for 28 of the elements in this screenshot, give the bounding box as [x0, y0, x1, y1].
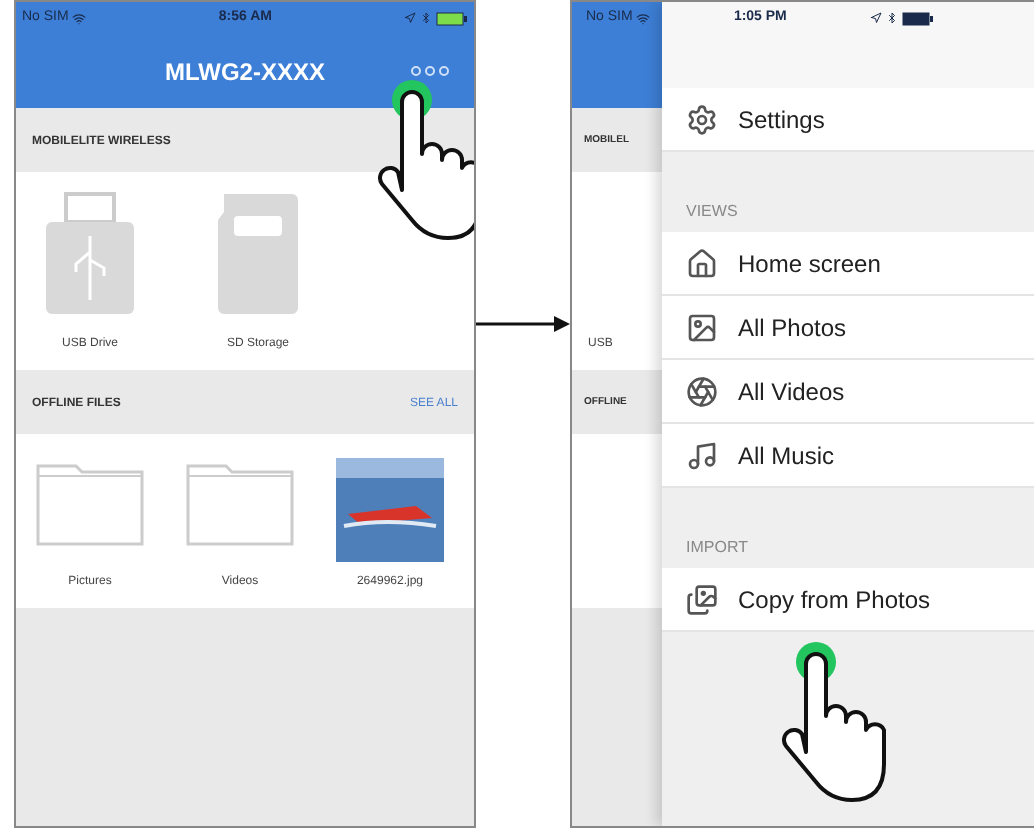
menu-item[interactable]: All Photos — [662, 296, 1034, 360]
images-icon — [686, 583, 718, 615]
sd-card-icon — [216, 192, 300, 316]
gear-icon — [686, 103, 718, 135]
battery-icon — [902, 11, 934, 25]
menu-item[interactable]: All Videos — [662, 360, 1034, 424]
music-note-icon — [686, 439, 718, 471]
bluetooth-icon — [886, 12, 898, 24]
menu-item[interactable]: Copy from Photos — [662, 568, 1034, 632]
arrow-drawing — [476, 316, 570, 332]
more-dots-icon[interactable] — [410, 66, 450, 76]
device-title: MLWG2-XXXX — [164, 55, 325, 89]
usb-drive-icon — [44, 192, 136, 316]
location-icon — [870, 12, 882, 24]
image-icon — [686, 311, 718, 343]
reel-icon — [686, 375, 718, 407]
menu-section-heading: IMPORT — [686, 536, 748, 560]
bluetooth-icon — [420, 12, 432, 24]
menu-section-heading: VIEWS — [686, 200, 738, 224]
location-icon — [404, 12, 416, 24]
menu-item[interactable]: All Music — [662, 424, 1034, 488]
wifi-icon — [72, 11, 87, 25]
battery-icon — [436, 11, 468, 25]
home-icon — [686, 247, 718, 279]
speedboat-photo — [336, 458, 444, 562]
menu-item[interactable]: Settings — [662, 88, 1034, 152]
wifi-icon — [636, 11, 651, 25]
menu-item[interactable]: Home screen — [662, 232, 1034, 296]
